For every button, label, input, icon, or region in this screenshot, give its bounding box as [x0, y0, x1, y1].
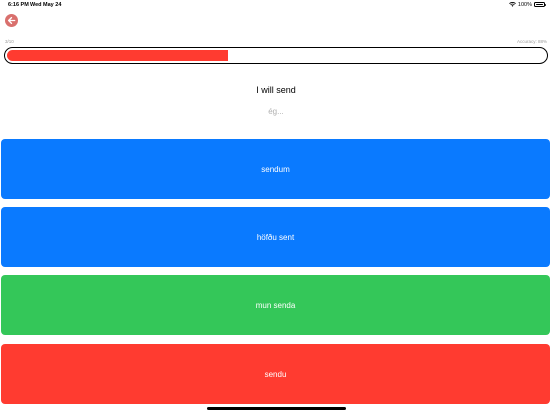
wifi-icon: [509, 2, 516, 7]
question-prompt: I will send: [256, 85, 296, 95]
back-button[interactable]: [5, 14, 18, 27]
status-date: Wed May 24: [30, 2, 62, 8]
home-indicator: [207, 407, 346, 410]
progress-bar: [4, 47, 548, 64]
battery-percent: 100%: [517, 1, 532, 8]
battery-icon: [534, 2, 546, 7]
choice-button-3[interactable]: mun senda: [1, 275, 550, 335]
progress-fill: [7, 50, 228, 61]
answer-input[interactable]: [226, 104, 326, 118]
quiz-screen: 6:16 PM Wed May 24 100% 3/10 Accuracy: 8…: [0, 0, 552, 414]
status-indicators: 100%: [509, 1, 546, 8]
status-bar: 6:16 PM Wed May 24 100%: [0, 0, 552, 10]
progress-count: 3/10: [5, 39, 14, 44]
choice-button-4[interactable]: sendu: [1, 344, 550, 404]
accuracy-label: Accuracy: 88%: [516, 39, 547, 44]
status-time: 6:16 PM: [8, 2, 29, 8]
choice-button-2[interactable]: höfðu sent: [1, 207, 550, 267]
arrow-left-icon: [7, 16, 16, 25]
choice-button-1[interactable]: sendum: [1, 139, 550, 199]
